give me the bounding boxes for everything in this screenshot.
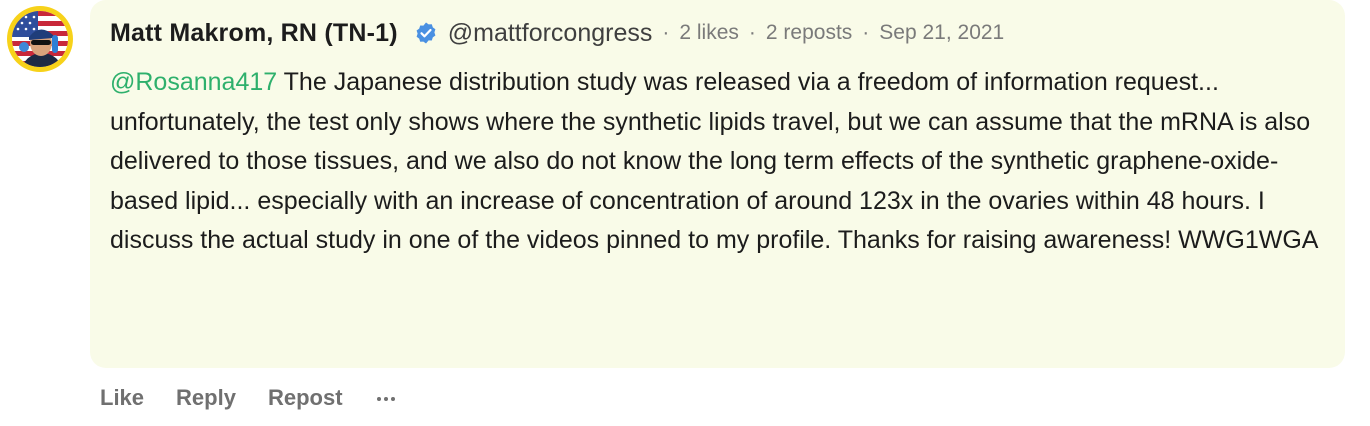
reply-button[interactable]: Reply [176,385,236,411]
ellipsis-icon[interactable] [375,387,397,409]
comment-actions: Like Reply Repost [100,382,397,414]
avatar[interactable] [7,6,73,72]
author-name[interactable]: Matt Makrom, RN (TN-1) [110,19,398,48]
likes-count[interactable]: 2 likes [679,21,739,45]
verified-check-icon [414,21,438,45]
avatar-image [12,11,68,67]
mention-link[interactable]: @Rosanna417 [110,68,277,96]
comment-header: Matt Makrom, RN (TN-1) @mattforcongress … [110,16,1004,50]
separator-dot: · [662,21,670,44]
reposts-count[interactable]: 2 reposts [766,21,852,45]
like-button[interactable]: Like [100,385,144,411]
separator-dot: · [862,21,870,44]
comment-body: @Rosanna417 The Japanese distribution st… [110,63,1335,261]
author-handle[interactable]: @mattforcongress [448,19,653,48]
comment-text: The Japanese distribution study was rele… [110,68,1319,255]
post-date[interactable]: Sep 21, 2021 [879,21,1004,45]
separator-dot: · [748,21,756,44]
repost-button[interactable]: Repost [268,385,343,411]
